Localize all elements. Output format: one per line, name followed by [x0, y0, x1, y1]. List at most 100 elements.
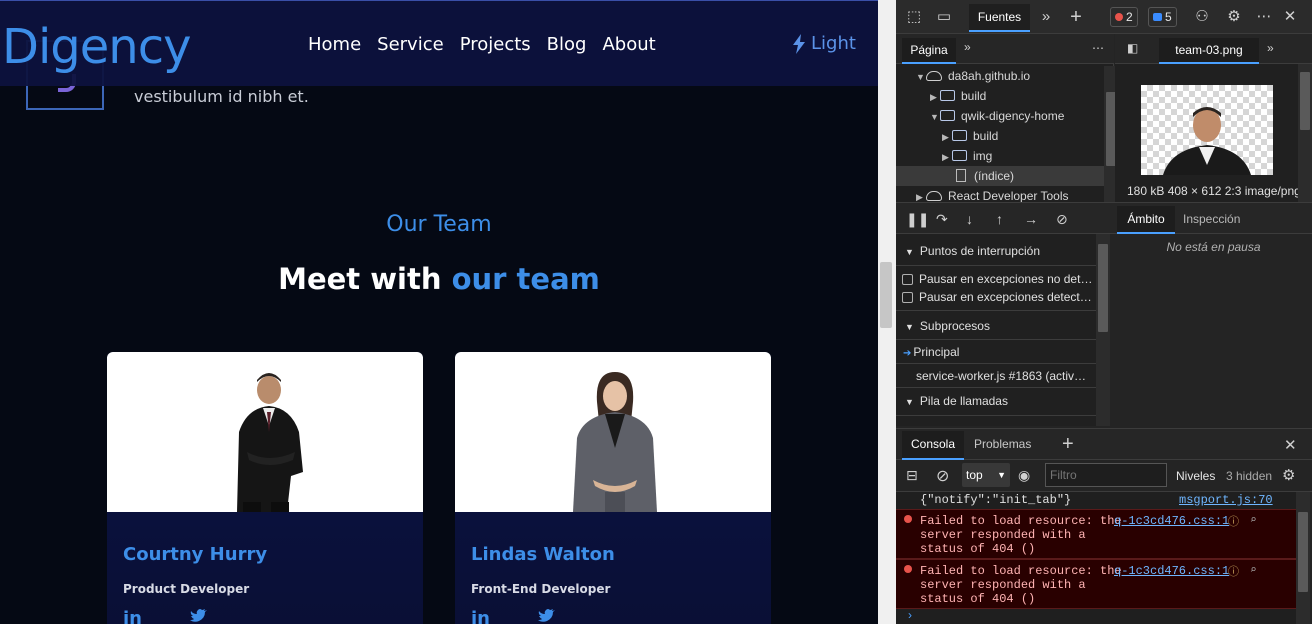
- breakpoints-header[interactable]: ▼ Puntos de interrupción: [896, 236, 1096, 266]
- team-card: Courtny Hurry Product Developer in: [107, 352, 423, 624]
- step-icon[interactable]: →: [1024, 211, 1038, 227]
- sources-navigator: Página » ⋯ ▼ da8ah.github.io ▶ build ▼ qwik…: [896, 34, 1118, 202]
- tree-item-folder[interactable]: ▶ build: [896, 86, 1104, 106]
- debugger-sidebar-scrollbar[interactable]: [1096, 234, 1110, 426]
- site-logo[interactable]: Digency: [2, 19, 192, 75]
- insights-icon[interactable]: ⓘ: [1228, 563, 1239, 579]
- clear-console-icon[interactable]: ⊘: [936, 466, 949, 486]
- team-member-name: Lindas Walton: [471, 544, 615, 565]
- page-scrollbar-thumb[interactable]: [880, 262, 892, 328]
- section-title-plain: Meet with: [278, 262, 452, 296]
- current-thread-arrow-icon: ➔: [903, 348, 912, 359]
- close-devtools-icon[interactable]: ✕: [1282, 9, 1298, 25]
- preview-scrollbar-thumb[interactable]: [1300, 72, 1310, 130]
- thread-service-worker[interactable]: service-worker.js #1863 (activ…: [896, 364, 1096, 388]
- settings-gear-icon[interactable]: ⚙: [1226, 9, 1242, 25]
- image-preview-panel: ◧ team-03.png » 180 kB 408 × 612 2:3 ima…: [1115, 34, 1312, 202]
- theme-toggle-button[interactable]: Light: [792, 33, 856, 54]
- step-into-icon[interactable]: ↓: [966, 211, 973, 227]
- main-nav: Home Service Projects Blog About: [308, 34, 672, 55]
- tab-watch[interactable]: Inspección: [1183, 206, 1240, 234]
- close-drawer-icon[interactable]: ✕: [1284, 436, 1297, 454]
- console-filter-input[interactable]: [1045, 463, 1167, 487]
- step-over-icon[interactable]: ↷: [936, 211, 948, 228]
- tree-item-origin[interactable]: ▼ da8ah.github.io: [896, 66, 1104, 86]
- expand-arrow-icon: ▼: [930, 112, 939, 122]
- team-member-name: Courtny Hurry: [123, 544, 268, 565]
- tree-item-label: build: [973, 129, 999, 143]
- toggle-navigator-icon[interactable]: ◧: [1127, 41, 1138, 55]
- tree-item-folder[interactable]: ▶ img: [896, 146, 1104, 166]
- pause-uncaught-checkbox[interactable]: [902, 274, 913, 285]
- sidebar-toggle-icon[interactable]: ⊟: [906, 467, 918, 484]
- step-out-icon[interactable]: ↑: [996, 211, 1003, 227]
- tree-item-folder[interactable]: ▶ build: [896, 126, 1104, 146]
- debugger-sidebar-scrollbar-thumb[interactable]: [1098, 244, 1108, 332]
- log-levels-dropdown[interactable]: Niveles: [1176, 469, 1215, 483]
- network-conditions-icon[interactable]: ⚇: [1194, 9, 1210, 25]
- nav-blog[interactable]: Blog: [547, 34, 587, 55]
- console-scrollbar[interactable]: [1296, 492, 1310, 624]
- navigator-menu-icon[interactable]: ⋯: [1092, 41, 1104, 55]
- callstack-header[interactable]: ▼ Pila de llamadas: [896, 386, 1096, 416]
- pause-caught-checkbox[interactable]: [902, 292, 913, 303]
- live-expression-eye-icon[interactable]: ◉: [1018, 467, 1030, 484]
- more-tabs-icon[interactable]: »: [1038, 9, 1054, 25]
- message-source-link[interactable]: msgport.js:70: [1179, 493, 1273, 507]
- twitter-icon[interactable]: [537, 608, 556, 624]
- inspect-element-icon[interactable]: ⬚: [906, 9, 922, 25]
- console-settings-gear-icon[interactable]: ⚙: [1282, 466, 1295, 484]
- nav-service[interactable]: Service: [377, 34, 444, 55]
- theme-toggle-label: Light: [811, 33, 856, 54]
- add-drawer-tab-icon[interactable]: +: [1062, 433, 1074, 456]
- more-options-icon[interactable]: ⋯: [1256, 9, 1272, 25]
- linkedin-icon[interactable]: in: [471, 608, 490, 624]
- more-navigator-tabs-icon[interactable]: »: [964, 40, 971, 54]
- search-icon[interactable]: ⌕: [1250, 513, 1257, 527]
- add-tab-icon[interactable]: +: [1068, 7, 1084, 27]
- nav-home[interactable]: Home: [308, 34, 361, 55]
- section-label: Pila de llamadas: [919, 394, 1008, 408]
- tab-scope[interactable]: Ámbito: [1117, 206, 1175, 234]
- more-editor-tabs-icon[interactable]: »: [1267, 41, 1274, 55]
- message-text-line: Failed to load resource: the: [920, 514, 1122, 528]
- preview-scrollbar[interactable]: [1298, 64, 1312, 202]
- tab-team-03-png[interactable]: team-03.png: [1159, 38, 1259, 64]
- tab-problems[interactable]: Problemas: [974, 431, 1031, 460]
- console-scrollbar-thumb[interactable]: [1298, 512, 1308, 592]
- context-selector[interactable]: top ▼: [962, 463, 1010, 487]
- message-text-line: status of 404 (): [920, 542, 1036, 556]
- error-count: 2: [1126, 10, 1133, 24]
- message-source-link[interactable]: q-1c3cd476.css:1: [1114, 564, 1229, 578]
- tab-sources[interactable]: Fuentes: [969, 4, 1030, 32]
- insights-icon[interactable]: ⓘ: [1228, 513, 1239, 529]
- linkedin-icon[interactable]: in: [123, 608, 142, 624]
- hidden-messages-count: 3 hidden: [1226, 469, 1273, 483]
- error-count-badge[interactable]: 2: [1110, 7, 1138, 27]
- info-count-badge[interactable]: 5: [1148, 7, 1177, 27]
- threads-header[interactable]: ▼ Subprocesos: [896, 310, 1096, 340]
- tree-item-label: qwik-digency-home: [961, 109, 1065, 123]
- pause-uncaught-row[interactable]: Pausar en excepciones no det…: [902, 270, 1092, 288]
- thread-main[interactable]: ➔ Principal: [896, 340, 1096, 364]
- pause-icon[interactable]: ❚❚: [906, 211, 929, 228]
- folder-icon: [952, 150, 967, 161]
- deactivate-breakpoints-icon[interactable]: ⊘: [1056, 211, 1068, 228]
- page-scrollbar[interactable]: [878, 0, 896, 624]
- console-prompt-icon[interactable]: ›: [908, 608, 912, 622]
- twitter-icon[interactable]: [189, 608, 208, 624]
- nav-about[interactable]: About: [602, 34, 655, 55]
- device-toolbar-icon[interactable]: ▭: [936, 9, 952, 25]
- editor-tabs: ◧ team-03.png »: [1115, 34, 1312, 64]
- tree-item-folder[interactable]: ▼ qwik-digency-home: [896, 106, 1104, 126]
- tree-item-origin[interactable]: ▶ React Developer Tools: [896, 186, 1104, 202]
- cloud-icon: [926, 71, 942, 81]
- nav-projects[interactable]: Projects: [460, 34, 531, 55]
- tree-item-file[interactable]: (índice): [896, 166, 1104, 186]
- search-icon[interactable]: ⌕: [1250, 563, 1257, 577]
- error-icon: [904, 565, 912, 573]
- pause-caught-row[interactable]: Pausar en excepciones detect…: [902, 288, 1092, 306]
- message-source-link[interactable]: q-1c3cd476.css:1: [1114, 514, 1229, 528]
- tab-page[interactable]: Página: [902, 38, 956, 64]
- tab-console[interactable]: Consola: [902, 431, 964, 460]
